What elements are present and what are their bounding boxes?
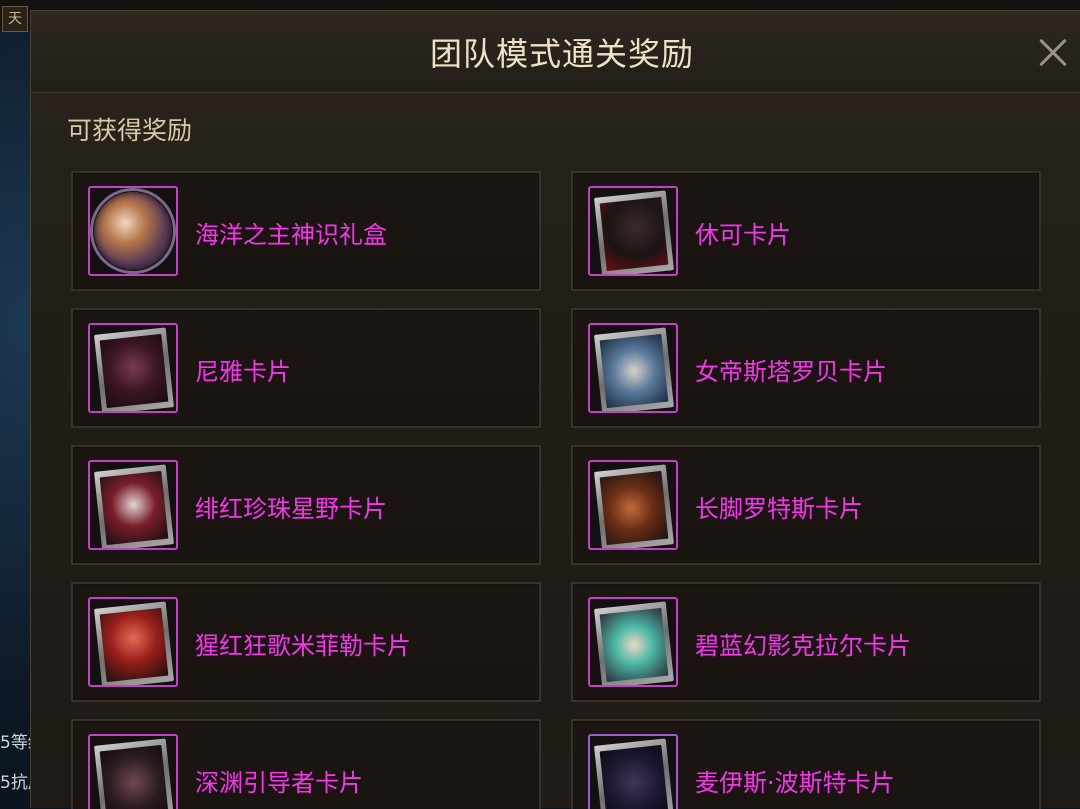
reward-name: 海洋之主神识礼盒: [195, 221, 387, 249]
card-icon: [588, 460, 678, 550]
card-icon: [88, 323, 178, 413]
reward-item[interactable]: 麦伊斯·波斯特卡片: [571, 719, 1041, 809]
reward-item[interactable]: 猩红狂歌米菲勒卡片: [71, 582, 541, 702]
reward-item[interactable]: 女帝斯塔罗贝卡片: [571, 308, 1041, 428]
card-icon: [88, 460, 178, 550]
reward-item[interactable]: 休可卡片: [571, 171, 1041, 291]
reward-dialog: 团队模式通关奖励 可获得奖励 海洋之主神识礼盒 休可卡片 尼雅卡片 女帝斯塔罗贝…: [30, 10, 1080, 809]
ocean-lord-box-icon: [88, 186, 178, 276]
card-icon: [588, 323, 678, 413]
reward-item[interactable]: 绯红珍珠星野卡片: [71, 445, 541, 565]
card-icon: [88, 597, 178, 687]
reward-name: 长脚罗特斯卡片: [695, 495, 863, 523]
reward-name: 休可卡片: [695, 221, 791, 249]
dialog-title: 团队模式通关奖励: [429, 35, 694, 73]
reward-name: 麦伊斯·波斯特卡片: [695, 769, 895, 797]
reward-name: 女帝斯塔罗贝卡片: [695, 358, 887, 386]
reward-item[interactable]: 海洋之主神识礼盒: [71, 171, 541, 291]
card-icon: [588, 186, 678, 276]
card-icon: [588, 734, 678, 809]
reward-name: 碧蓝幻影克拉尔卡片: [695, 632, 911, 660]
close-icon[interactable]: [1031, 31, 1075, 75]
reward-name: 猩红狂歌米菲勒卡片: [195, 632, 411, 660]
card-icon: [588, 597, 678, 687]
reward-item[interactable]: 碧蓝幻影克拉尔卡片: [571, 582, 1041, 702]
reward-item[interactable]: 尼雅卡片: [71, 308, 541, 428]
reward-item[interactable]: 深渊引导者卡片: [71, 719, 541, 809]
card-icon: [88, 734, 178, 809]
reward-name: 绯红珍珠星野卡片: [195, 495, 387, 523]
reward-name: 尼雅卡片: [195, 358, 291, 386]
reward-item[interactable]: 长脚罗特斯卡片: [571, 445, 1041, 565]
reward-name: 深渊引导者卡片: [195, 769, 363, 797]
background-corner-tag: 天: [2, 6, 28, 32]
reward-list[interactable]: 海洋之主神识礼盒 休可卡片 尼雅卡片 女帝斯塔罗贝卡片 绯红珍珠星野卡片 长脚罗…: [71, 171, 1043, 809]
dialog-header: 团队模式通关奖励: [31, 11, 1080, 93]
section-title: 可获得奖励: [67, 116, 193, 145]
